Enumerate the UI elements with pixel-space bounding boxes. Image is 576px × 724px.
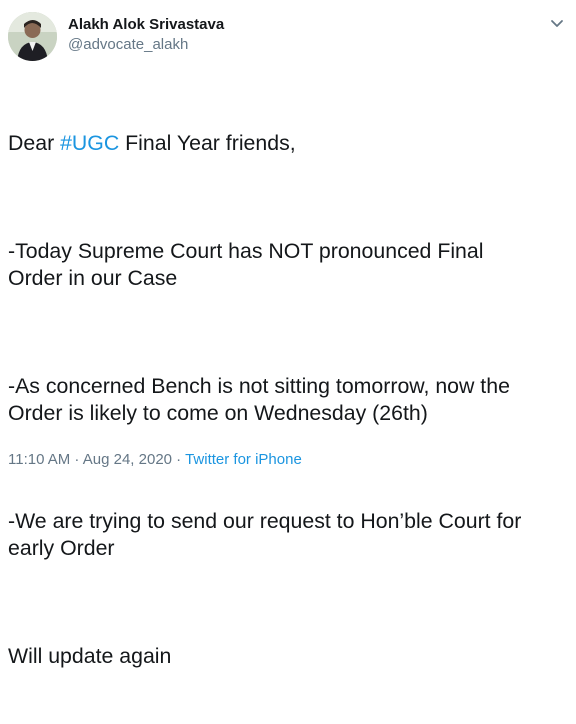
tweet-paragraph: -We are trying to send our request to Ho… [8, 509, 522, 560]
tweet-source-link[interactable]: Twitter for iPhone [185, 451, 302, 468]
tweet-text: Dear #UGC Final Year friends, -Today Sup… [8, 76, 574, 724]
author-names: Alakh Alok Srivastava @advocate_alakh [68, 15, 224, 55]
avatar[interactable] [8, 12, 57, 61]
tweet-header: Alakh Alok Srivastava @advocate_alakh [8, 8, 568, 66]
tweet-paragraph: Will update again [8, 644, 172, 668]
author-handle[interactable]: @advocate_alakh [68, 35, 224, 55]
tweet-meta: 11:10 AM · Aug 24, 2020 · Twitter for iP… [8, 450, 302, 470]
tweet-paragraph: -Today Supreme Court has NOT pronounced … [8, 239, 484, 290]
greeting-prefix: Dear [8, 131, 61, 155]
author-display-name[interactable]: Alakh Alok Srivastava [68, 15, 224, 35]
tweet-greeting: Dear #UGC Final Year friends, [8, 130, 574, 157]
tweet-paragraph: -As concerned Bench is not sitting tomor… [8, 374, 510, 425]
greeting-suffix: Final Year friends, [119, 131, 296, 155]
meta-separator: · [172, 451, 186, 468]
chevron-down-icon[interactable] [548, 14, 566, 32]
tweet-timestamp[interactable]: 11:10 AM · Aug 24, 2020 [8, 451, 172, 468]
tweet-card: Alakh Alok Srivastava @advocate_alakh De… [0, 0, 576, 668]
hashtag-link[interactable]: #UGC [60, 131, 119, 155]
